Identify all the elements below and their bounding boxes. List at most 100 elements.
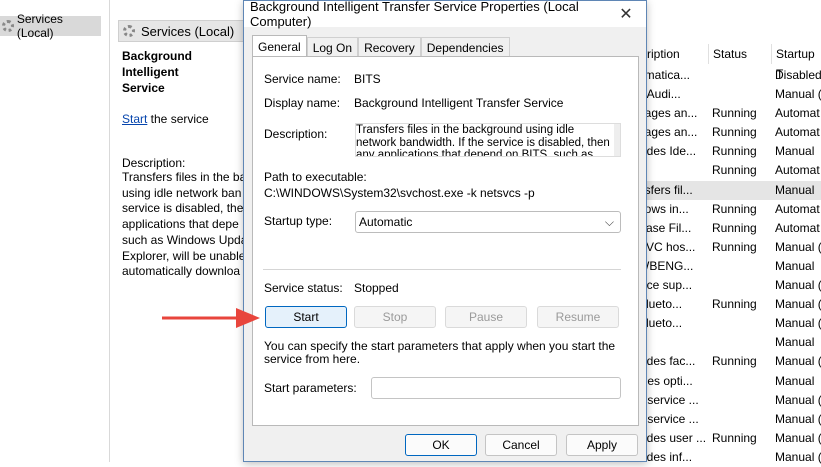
path-value: C:\WINDOWS\System32\svchost.exe -k netsv… (264, 186, 535, 200)
close-icon[interactable]: ✕ (606, 4, 646, 24)
table-row[interactable]: vides Ide... Running Manual (638, 142, 821, 161)
row-description: s service ... (638, 392, 699, 407)
service-status-label: Service status: (264, 281, 343, 295)
table-row[interactable]: SVC hos... Running Manual ( (638, 238, 821, 257)
row-startup-type: Manual ( (775, 411, 821, 426)
table-row[interactable]: bles opti... Manual (638, 372, 821, 391)
row-startup-type: Manual (775, 373, 815, 388)
row-description: Blueto... (638, 316, 683, 331)
service-name-label: Service name: (264, 72, 341, 86)
table-row[interactable]: hages an... Running Automat (638, 104, 821, 123)
gear-icon (2, 20, 14, 32)
tab-dependencies[interactable]: Dependencies (420, 37, 510, 57)
column-header-startup-type[interactable]: Startup T (771, 44, 821, 81)
row-description: vides inf... (638, 449, 693, 464)
start-service-suffix: the service (147, 112, 209, 126)
row-status: Running (712, 220, 757, 235)
row-description: vides Ide... (638, 144, 697, 159)
row-status: Running (712, 297, 757, 312)
stop-button[interactable]: Stop (354, 306, 436, 328)
row-status: Running (712, 430, 757, 445)
table-row[interactable]: Blueto... Running Manual ( (638, 295, 821, 314)
table-row[interactable]: s service ... Manual ( (638, 391, 821, 410)
row-startup-type: Automat (775, 201, 820, 216)
tab-general[interactable]: General (252, 35, 307, 57)
row-description: vice sup... (638, 278, 693, 293)
dialog-title: Background Intelligent Transfer Service … (250, 0, 579, 29)
row-status: Running (712, 106, 757, 121)
startup-type-value: Automatic (359, 215, 413, 229)
row-startup-type: Manual ( (775, 278, 821, 293)
table-row[interactable]: vides fac... Running Manual ( (638, 352, 821, 371)
tree-item-services-local[interactable]: Services (Local) (0, 12, 101, 40)
red-arrow-annotation (162, 308, 260, 328)
row-description: s Audi... (638, 87, 681, 102)
tree-item-label: Services (Local) (16, 12, 63, 40)
services-list: omatica... Disabled s Audi... Manual (hages… (638, 66, 821, 467)
table-row[interactable]: vice sup... Manual ( (638, 276, 821, 295)
row-description: WBENG... (638, 258, 694, 273)
row-status: Running (712, 239, 757, 254)
row-startup-type: Manual ( (775, 87, 821, 102)
row-status: Running (712, 163, 757, 178)
service-name-value: BITS (354, 72, 381, 86)
path-label: Path to executable: (264, 170, 367, 184)
table-row[interactable]: vides user ... Running Manual ( (638, 429, 821, 448)
column-header-status[interactable]: Status (708, 44, 770, 64)
table-row[interactable]: s Audi... Manual ( (638, 85, 821, 104)
dialog-tabs: General Log On Recovery Dependencies (252, 35, 510, 57)
row-description: vides user ... (638, 430, 707, 445)
description-line: automatically downloa (122, 264, 241, 278)
description-value: Transfers files in the background using … (356, 124, 610, 157)
row-startup-type: Automat (775, 125, 820, 140)
apply-button[interactable]: Apply (566, 434, 638, 456)
description-line: applications that depe (122, 217, 239, 232)
pause-button[interactable]: Pause (445, 306, 527, 328)
row-description: Blueto... (638, 297, 683, 312)
table-row[interactable]: hages an... Running Automat (638, 123, 821, 142)
row-startup-type: Manual ( (775, 430, 821, 445)
table-row[interactable]: Running Automat (638, 161, 821, 180)
start-params-label: Start parameters: (264, 381, 357, 395)
extended-description-pane: Background Intelligent Service Start the… (122, 48, 244, 278)
row-description: dows in... (638, 201, 689, 216)
tab-recovery[interactable]: Recovery (358, 37, 421, 57)
start-service-link[interactable]: Start (122, 112, 147, 126)
table-row[interactable]: vides inf... Manual ( (638, 448, 821, 467)
tab-log-on[interactable]: Log On (306, 37, 359, 57)
row-startup-type: Manual ( (775, 449, 821, 464)
row-startup-type: Manual (775, 335, 815, 350)
row-startup-type: Manual (775, 258, 815, 273)
row-status: Running (712, 144, 757, 159)
table-row[interactable]: Manual (638, 333, 821, 352)
service-status-value: Stopped (354, 281, 399, 295)
row-description: nsfers fil... (638, 182, 693, 197)
resume-button[interactable]: Resume (537, 306, 619, 328)
startup-type-select[interactable]: Automatic ⌵ (355, 211, 621, 233)
service-title: Background Intelligent Service (122, 48, 244, 96)
cancel-button[interactable]: Cancel (485, 434, 557, 456)
console-tree: Services (Local) (0, 0, 110, 462)
description-title: Description: (122, 156, 186, 170)
description-line: service is disabled, then (122, 201, 244, 216)
table-row[interactable]: s service ... Manual ( (638, 410, 821, 429)
row-status: Running (712, 125, 757, 140)
row-startup-type: Manual ( (775, 239, 821, 254)
service-title-line: Service (122, 81, 165, 95)
table-row[interactable]: WBENG... Manual (638, 257, 821, 276)
row-description: vides fac... (638, 354, 696, 369)
ok-button[interactable]: OK (405, 434, 477, 456)
table-row[interactable]: Blueto... Manual ( (638, 314, 821, 333)
table-row[interactable]: dows in... Running Automat (638, 200, 821, 219)
start-params-input[interactable] (371, 377, 621, 399)
description-line: such as Windows Upda (122, 232, 244, 247)
description-line: using idle network ban (122, 185, 242, 200)
row-startup-type: Manual ( (775, 297, 821, 312)
row-startup-type: Automat (775, 106, 820, 121)
description-scrollbar[interactable] (614, 124, 620, 156)
description-box[interactable]: Transfers files in the background using … (355, 123, 621, 157)
table-row[interactable]: omatica... Disabled (638, 66, 821, 85)
table-row[interactable]: nsfers fil... Manual (638, 180, 821, 200)
start-button[interactable]: Start (265, 306, 347, 328)
table-row[interactable]: Base Fil... Running Automat (638, 219, 821, 238)
